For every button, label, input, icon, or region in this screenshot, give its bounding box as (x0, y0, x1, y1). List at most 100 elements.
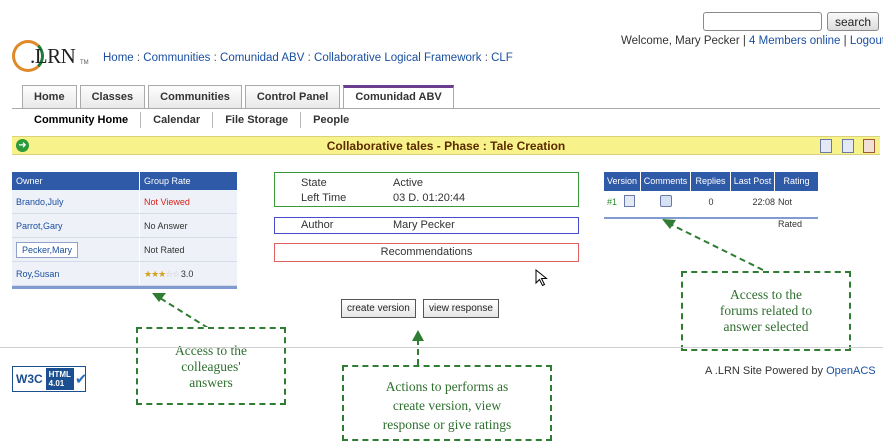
annotation-line: create version, view (392, 398, 502, 413)
owner-name[interactable]: Parrot,Gary (12, 214, 140, 237)
author-label: Author (301, 219, 334, 231)
powered-by-text: A .LRN Site Powered by (705, 365, 824, 377)
version-link[interactable]: #1 (607, 197, 617, 207)
recommendations-label: Recommendations (380, 246, 473, 258)
author-box: Author Mary Pecker (274, 217, 579, 234)
footer-divider (0, 347, 883, 348)
last-post-column-header: Last Post (731, 172, 775, 191)
breadcrumb-home[interactable]: Home (103, 52, 134, 64)
tab-underline (12, 108, 880, 109)
sub-tabs: Community Home Calendar File Storage Peo… (22, 112, 361, 128)
table-bottom-rule (12, 286, 237, 289)
search-button[interactable]: search (827, 12, 879, 31)
owner-table-header: Owner Group Rate (12, 172, 237, 190)
state-box: State Active Left Time 03 D. 01:20:44 (274, 172, 579, 207)
w3c-logo-text: W3C (16, 372, 43, 386)
annotation-line: forums related to (719, 303, 813, 318)
breadcrumb: Home : Communities : Comunidad ABV : Col… (103, 52, 513, 64)
rating-value: 3.0 (180, 269, 194, 279)
table-row[interactable]: Brando,July Not Viewed (12, 190, 237, 214)
search-input[interactable] (703, 12, 822, 31)
colleagues-annotation: Access to the colleagues' answers (136, 327, 286, 405)
mouse-pointer-icon (535, 268, 549, 290)
version-column-header: Version (604, 172, 641, 191)
owner-name[interactable]: Brando,July (12, 190, 140, 213)
tab-communities[interactable]: Communities (148, 85, 242, 109)
replies-count: 0 (708, 197, 714, 207)
logo-text: .LRN (30, 44, 76, 68)
main-tabs: Home Classes Communities Control Panel C… (22, 85, 457, 109)
comments-column-header: Comments (641, 172, 691, 191)
html-version-label: HTML 4.01 (45, 368, 74, 390)
openacs-link[interactable]: OpenACS (826, 365, 876, 377)
group-rate: No Answer (144, 221, 188, 231)
annotation-line: Access to the (730, 287, 802, 302)
owner-column-header: Owner (12, 172, 140, 190)
powered-by: A .LRN Site Powered by OpenACS (705, 365, 876, 377)
breadcrumb-communities[interactable]: Communities (143, 52, 210, 64)
tab-comunidad-abv[interactable]: Comunidad ABV (343, 85, 454, 109)
group-rate: Not Viewed (144, 197, 190, 207)
tab-home[interactable]: Home (22, 85, 77, 109)
left-time-value: 03 D. 01:20:44 (393, 192, 466, 204)
create-version-button[interactable]: create version (341, 299, 416, 318)
comments-cell (641, 191, 691, 213)
logout-link[interactable]: Logout (850, 35, 883, 47)
checkmark-icon: ✔ (74, 371, 88, 388)
breadcrumb-current: CLF (491, 52, 513, 64)
page-title: Collaborative tales - Phase : Tale Creat… (326, 139, 566, 153)
group-rate: ★★★☆☆ 3.0 (140, 262, 237, 285)
title-bar: ➜ Collaborative tales - Phase : Tale Cre… (12, 136, 880, 155)
view-response-button[interactable]: view response (423, 299, 499, 318)
tab-classes[interactable]: Classes (79, 85, 146, 109)
state-value: Active (393, 177, 423, 189)
owner-name-selected[interactable]: Pecker,Mary (12, 238, 140, 261)
table-row[interactable]: Roy,Susan ★★★☆☆ 3.0 (12, 262, 237, 286)
annotation-line: Access to the (175, 343, 247, 358)
document-icon[interactable] (842, 139, 854, 153)
version-number: #1 (604, 191, 641, 213)
welcome-area: Welcome, Mary Pecker | 4 Members online … (621, 35, 883, 47)
forum-comments-icon[interactable] (660, 195, 672, 207)
annotation-line: answer selected (723, 319, 809, 334)
table-row[interactable]: Parrot,Gary No Answer (12, 214, 237, 238)
logout-separator: | (843, 35, 847, 47)
subtab-people[interactable]: People (301, 112, 361, 128)
subtab-calendar[interactable]: Calendar (141, 112, 214, 128)
edit-version-icon[interactable] (623, 195, 635, 207)
annotation-line: colleagues' (181, 359, 241, 374)
table-row[interactable]: Pecker,Mary Not Rated (12, 238, 237, 262)
forums-annotation: Access to the forums related to answer s… (681, 271, 851, 351)
welcome-text: Welcome, Mary Pecker | (621, 35, 746, 47)
author-value: Mary Pecker (393, 219, 455, 231)
rating-stars-icon: ★★★☆☆ (144, 269, 180, 279)
group-rate: Not Rated (144, 245, 185, 255)
lrn-logo[interactable]: .LRN TM (12, 38, 94, 74)
annotation-line: Actions to performs as (385, 379, 509, 394)
last-post-time: 22:08 (752, 197, 775, 207)
recommendations-box[interactable]: Recommendations (274, 243, 579, 262)
breadcrumb-community[interactable]: Comunidad ABV (220, 52, 304, 64)
info-icon[interactable] (863, 139, 875, 153)
versions-table-header: Version Comments Replies Last Post Ratin… (604, 172, 818, 191)
subtab-community-home[interactable]: Community Home (22, 112, 142, 128)
owner-name[interactable]: Roy,Susan (12, 262, 140, 285)
rating-column-header: Rating (783, 176, 810, 186)
members-online-link[interactable]: 4 Members online (749, 35, 840, 47)
w3c-html-badge[interactable]: W3C HTML 4.01 ✔ (12, 366, 88, 392)
group-rate-column-header: Group Rate (144, 176, 191, 186)
version-rating: Not Rated (778, 197, 803, 229)
owner-table: Owner Group Rate Brando,July Not Viewed … (12, 172, 237, 289)
replies-column-header: Replies (691, 172, 731, 191)
annotation-line: answers (189, 375, 233, 390)
actions-annotation: Actions to performs as create version, v… (342, 365, 552, 441)
logo-trademark: TM (80, 60, 89, 66)
table-row: #1 0 22:08 Not Rated (604, 191, 818, 229)
state-label: State (301, 177, 327, 189)
breadcrumb-framework[interactable]: Collaborative Logical Framework (314, 52, 481, 64)
left-time-label: Left Time (301, 192, 347, 204)
subtab-file-storage[interactable]: File Storage (213, 112, 302, 128)
tab-control-panel[interactable]: Control Panel (244, 85, 341, 109)
edit-document-icon[interactable] (820, 139, 832, 153)
annotation-line: response or give ratings (382, 417, 512, 432)
